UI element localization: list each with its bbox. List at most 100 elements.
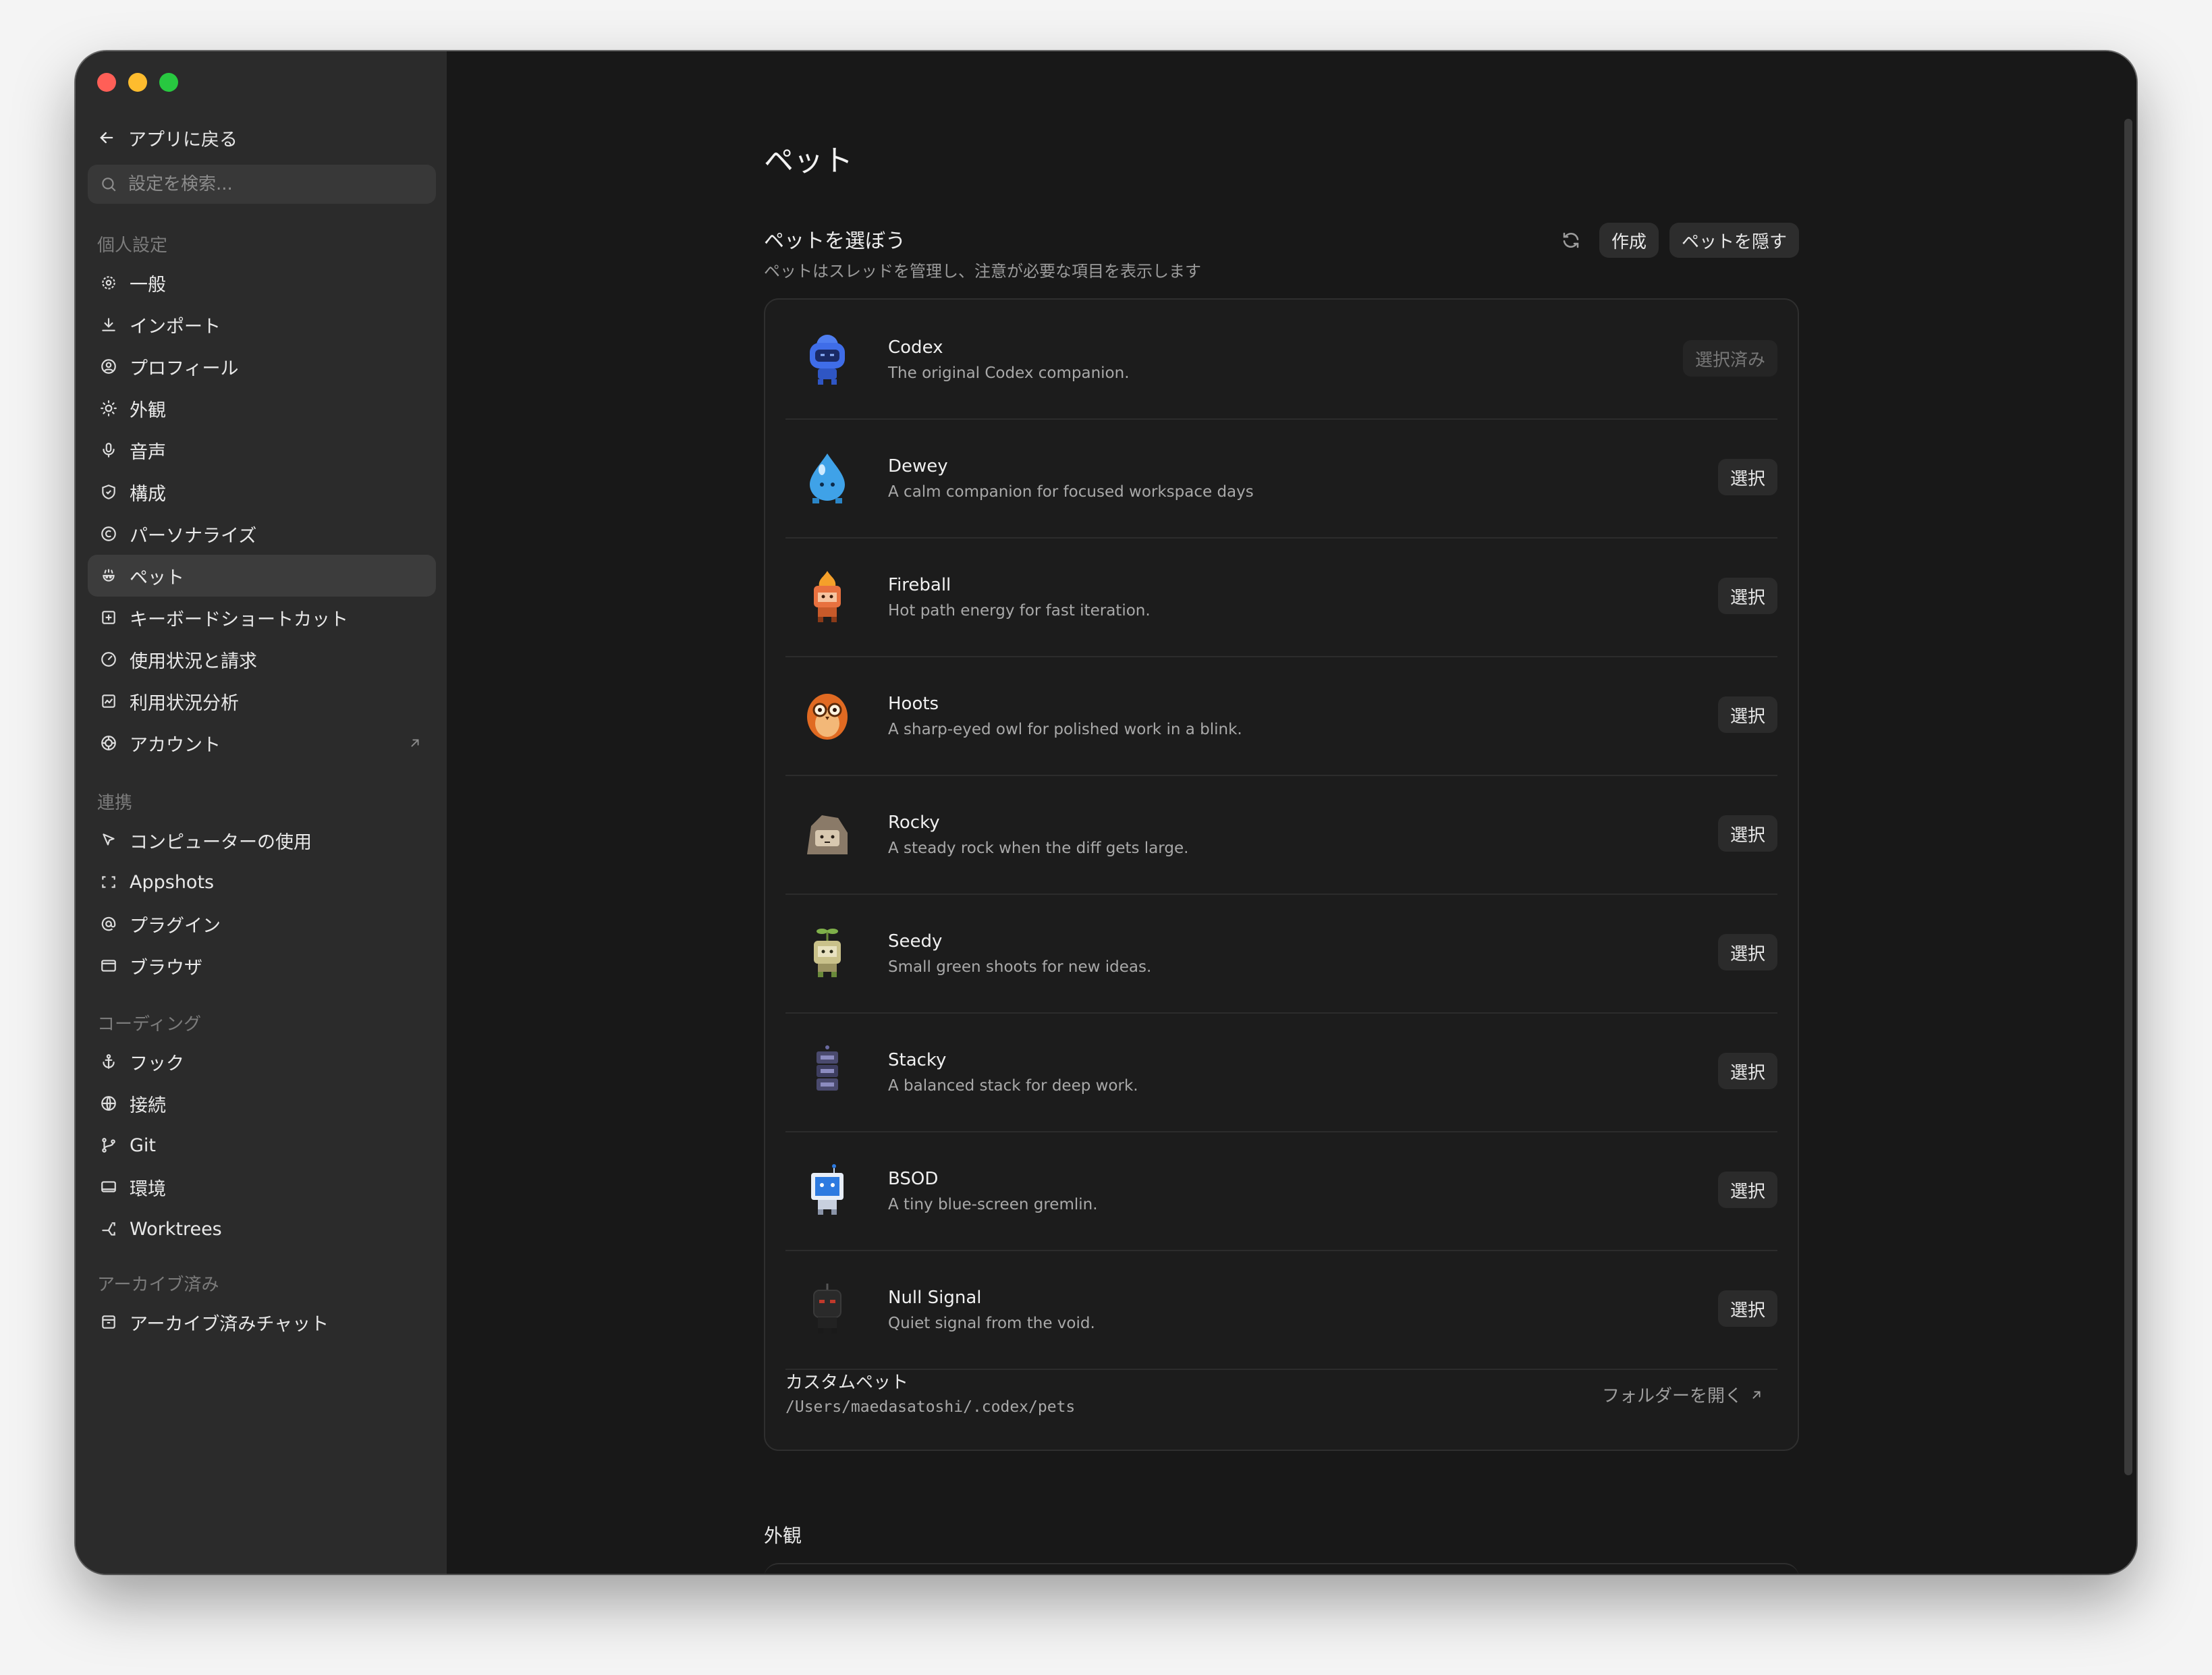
- sidebar-item-general[interactable]: 一般: [88, 262, 436, 304]
- section-label-personal: 個人設定: [97, 236, 168, 256]
- sidebar-item-label: 環境: [130, 1178, 166, 1200]
- sidebar-item-profile[interactable]: プロフィール: [88, 346, 436, 387]
- sidebar-item-label: 外観: [130, 400, 166, 421]
- refresh-icon: [1563, 232, 1579, 248]
- select-pet-button[interactable]: 選択: [1717, 578, 1777, 614]
- window-controls: [97, 73, 178, 92]
- pet-description: The original Codex companion.: [888, 364, 1130, 382]
- back-to-app-button[interactable]: アプリに戻る: [97, 117, 238, 158]
- section-label-coding: コーディング: [97, 1014, 202, 1035]
- shield-icon: [102, 485, 115, 499]
- create-pet-button[interactable]: 作成: [1599, 223, 1659, 258]
- sidebar-item-label: ブラウザ: [130, 957, 202, 979]
- sidebar-item-label: 一般: [130, 274, 166, 296]
- pet-description: A balanced stack for deep work.: [888, 1077, 1138, 1095]
- pet-row-bsod[interactable]: BSOD A tiny blue-screen gremlin. 選択: [785, 1131, 1777, 1251]
- sidebar-item-git[interactable]: Git: [88, 1124, 436, 1166]
- codex-pet-icon: [810, 335, 845, 385]
- sidebar-item-worktrees[interactable]: Worktrees: [88, 1208, 436, 1250]
- sidebar-item-label: 使用状況と請求: [130, 651, 257, 672]
- sidebar-item-label: プロフィール: [130, 358, 239, 379]
- bsod-pet-icon: [811, 1164, 844, 1215]
- settings-window: アプリに戻る 個人設定 一般 インポート プロフィール 外観: [76, 51, 2136, 1574]
- sidebar-item-personalize[interactable]: パーソナライズ: [88, 513, 436, 555]
- section-label-archived: アーカイブ済み: [97, 1275, 219, 1295]
- pet-actions: 作成 ペットを隠す: [1553, 223, 1799, 258]
- sidebar-item-connections[interactable]: 接続: [88, 1082, 436, 1124]
- pet-row-codex[interactable]: Codex The original Codex companion. 選択済み: [785, 300, 1777, 420]
- appearance-section-title: 外観: [764, 1525, 802, 1547]
- sidebar-item-voice[interactable]: 音声: [88, 429, 436, 471]
- sidebar-item-account[interactable]: アカウント: [88, 722, 436, 764]
- select-pet-button[interactable]: 選択: [1717, 1172, 1777, 1208]
- sidebar-item-import[interactable]: インポート: [88, 304, 436, 346]
- sidebar-item-label: Worktrees: [130, 1218, 222, 1240]
- pet-row-rocky[interactable]: Rocky A steady rock when the diff gets l…: [785, 775, 1777, 895]
- minimize-window-button[interactable]: [128, 73, 147, 92]
- refresh-button[interactable]: [1553, 223, 1588, 258]
- section-subtitle: ペットはスレッドを管理し、注意が必要な項目を表示します: [764, 262, 1201, 281]
- sidebar-item-hooks[interactable]: フック: [88, 1041, 436, 1082]
- gear-icon: [102, 276, 115, 290]
- pet-row-stacky[interactable]: Stacky A balanced stack for deep work. 選…: [785, 1012, 1777, 1132]
- zoom-window-button[interactable]: [159, 73, 178, 92]
- pet-description: Hot path energy for fast iteration.: [888, 602, 1151, 620]
- sidebar-item-label: プラグイン: [130, 915, 221, 937]
- sidebar-item-label: Appshots: [130, 871, 215, 893]
- pet-row-hoots[interactable]: Hoots A sharp-eyed owl for polished work…: [785, 656, 1777, 776]
- pet-description: A steady rock when the diff gets large.: [888, 840, 1189, 857]
- sidebar-item-config[interactable]: 構成: [88, 471, 436, 513]
- pet-row-seedy[interactable]: Seedy Small green shoots for new ideas. …: [785, 894, 1777, 1014]
- pet-row-fireball[interactable]: Fireball Hot path energy for fast iterat…: [785, 537, 1777, 657]
- mic-icon: [103, 443, 115, 458]
- archive-icon: [102, 1315, 115, 1329]
- fireball-pet-icon: [814, 571, 841, 622]
- section-label-integrations: 連携: [97, 793, 133, 813]
- select-pet-button[interactable]: 選択: [1717, 459, 1777, 495]
- open-folder-button[interactable]: フォルダーを開く: [1602, 1382, 1764, 1407]
- cursor-icon: [103, 833, 115, 846]
- scrollbar[interactable]: [2124, 119, 2132, 1475]
- sidebar-item-plugins[interactable]: プラグイン: [88, 903, 436, 945]
- sidebar-item-label: 接続: [130, 1095, 166, 1116]
- search-input[interactable]: [127, 173, 413, 195]
- select-pet-button[interactable]: 選択: [1717, 1053, 1777, 1089]
- sidebar-item-appshots[interactable]: Appshots: [88, 861, 436, 903]
- keyboard-icon: [102, 611, 115, 624]
- pet-row-null-signal[interactable]: Null Signal Quiet signal from the void. …: [785, 1250, 1777, 1370]
- sidebar-item-usage-billing[interactable]: 使用状況と請求: [88, 638, 436, 680]
- browser-icon: [101, 960, 116, 972]
- sidebar-item-environment[interactable]: 環境: [88, 1166, 436, 1208]
- sidebar-item-label: コンピューターの使用: [130, 831, 312, 853]
- pet-description: Small green shoots for new ideas.: [888, 958, 1152, 976]
- sidebar-item-archived-chats[interactable]: アーカイブ済みチャット: [88, 1301, 436, 1343]
- sidebar-item-label: アカウント: [130, 734, 221, 756]
- sidebar-item-computer-use[interactable]: コンピューターの使用: [88, 819, 436, 861]
- settings-search[interactable]: [88, 165, 436, 204]
- sidebar-item-label: Git: [130, 1134, 157, 1156]
- hoots-pet-icon: [807, 694, 848, 740]
- monitor-icon: [101, 1181, 116, 1192]
- pet-name: Dewey: [888, 456, 948, 476]
- sidebar-item-analytics[interactable]: 利用状況分析: [88, 680, 436, 722]
- seedy-pet-icon: [814, 929, 841, 977]
- select-pet-button[interactable]: 選択: [1717, 696, 1777, 733]
- select-pet-button[interactable]: 選択: [1717, 1290, 1777, 1327]
- arrow-left-icon: [100, 132, 113, 144]
- sidebar: アプリに戻る 個人設定 一般 インポート プロフィール 外観: [76, 51, 447, 1574]
- select-pet-button[interactable]: 選択: [1717, 815, 1777, 852]
- select-pet-button[interactable]: 選択: [1717, 934, 1777, 970]
- pet-name: Null Signal: [888, 1288, 982, 1308]
- pet-name: Seedy: [888, 931, 943, 952]
- main-content: ペット ペットを選ぼう ペットはスレッドを管理し、注意が必要な項目を表示します …: [447, 51, 2136, 1574]
- sidebar-item-keyboard-shortcuts[interactable]: キーボードショートカット: [88, 597, 436, 638]
- appearance-card: [764, 1563, 1799, 1574]
- pet-row-dewey[interactable]: Dewey A calm companion for focused works…: [785, 418, 1777, 539]
- hide-pet-button[interactable]: ペットを隠す: [1669, 223, 1799, 258]
- custom-pets-title: カスタムペット: [785, 1373, 909, 1393]
- sidebar-item-pets[interactable]: ペット: [88, 555, 436, 597]
- close-window-button[interactable]: [97, 73, 116, 92]
- sidebar-item-appearance[interactable]: 外観: [88, 387, 436, 429]
- account-icon: [101, 736, 116, 750]
- sidebar-item-browser[interactable]: ブラウザ: [88, 945, 436, 987]
